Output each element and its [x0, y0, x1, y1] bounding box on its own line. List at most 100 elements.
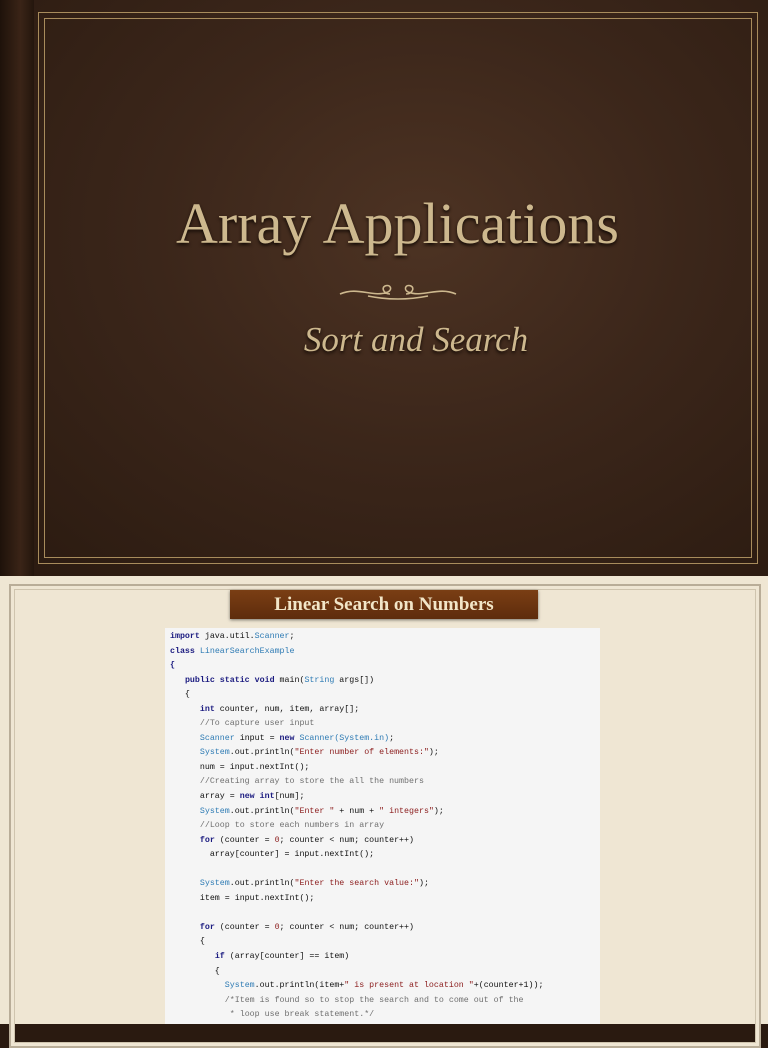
- code-token: " is present at location ": [344, 981, 474, 991]
- code-token: .out.println(: [229, 748, 295, 758]
- code-token: ; counter < num; counter++): [279, 922, 414, 932]
- code-token: java.util.: [199, 632, 255, 641]
- code-token: new int: [239, 792, 275, 802]
- code-token: (array[counter] == item): [224, 952, 350, 962]
- code-line: for (counter = 0; counter < num; counter…: [170, 834, 543, 849]
- code-token: [num];: [274, 792, 305, 802]
- code-line: class LinearSearchExample: [170, 645, 543, 660]
- title-slide: Array Applications Sort and Search: [0, 0, 768, 576]
- code-token: new: [279, 733, 295, 743]
- code-token: //Creating array to store the all the nu…: [199, 777, 424, 787]
- code-token: ;: [389, 733, 395, 743]
- code-token: array[counter] = input.nextInt();: [170, 850, 375, 860]
- code-token: //To capture user input: [199, 719, 315, 729]
- code-token: for: [199, 922, 215, 932]
- code-token: counter, num, item, array[];: [214, 704, 360, 714]
- code-listing: import java.util.Scanner; class LinearSea…: [170, 630, 543, 1023]
- code-token: /*Item is found so to stop the search an…: [224, 995, 524, 1005]
- code-line: array = new int[num];: [170, 790, 543, 805]
- code-token: +(counter+1));: [473, 981, 544, 991]
- code-token: Scanner(System.in): [294, 733, 390, 743]
- code-token: public static void: [184, 675, 275, 685]
- code-token: class: [170, 646, 195, 656]
- code-line: System.out.println("Enter " + num + " in…: [170, 805, 543, 820]
- code-token: );: [418, 879, 429, 889]
- code-line: //Creating array to store the all the nu…: [170, 775, 543, 790]
- code-token: "Enter the search value:": [294, 879, 419, 889]
- code-token: ;: [289, 632, 295, 641]
- code-token: + num +: [334, 806, 380, 816]
- code-line: System.out.println("Enter number of elem…: [170, 746, 543, 761]
- code-token: " integers": [379, 806, 434, 816]
- code-line: {: [170, 688, 543, 703]
- code-token: num = input.nextInt();: [170, 762, 310, 772]
- code-token: input =: [234, 733, 280, 743]
- code-line: {: [170, 935, 543, 950]
- code-token: "Enter number of elements:": [294, 748, 429, 758]
- code-token: );: [428, 748, 439, 758]
- book-spine: [0, 0, 34, 576]
- code-token: {: [170, 937, 205, 947]
- code-line: int counter, num, item, array[];: [170, 703, 543, 718]
- code-token: (counter =: [214, 835, 275, 845]
- code-token: "Enter ": [294, 806, 335, 816]
- code-token: import: [170, 632, 200, 641]
- slide-subtitle: Sort and Search: [303, 320, 529, 359]
- code-token: System: [199, 879, 230, 889]
- code-line: {: [170, 965, 543, 980]
- code-token: (counter =: [214, 922, 275, 932]
- code-line: array[counter] = input.nextInt();: [170, 848, 543, 863]
- code-slide-heading: Linear Search on Numbers: [230, 590, 538, 619]
- code-line: public static void main(String args[]): [170, 674, 543, 689]
- code-token: for: [199, 835, 215, 845]
- flourish-ornament-icon: [339, 284, 457, 300]
- code-token: .out.println(: [229, 806, 295, 816]
- code-token: if: [214, 952, 225, 962]
- code-token: {: [170, 690, 190, 700]
- code-token: int: [199, 704, 215, 714]
- code-line: import java.util.Scanner;: [170, 630, 543, 645]
- code-line: item = input.nextInt();: [170, 892, 543, 907]
- code-line: //To capture user input: [170, 717, 543, 732]
- code-token: //Loop to store each numbers in array: [199, 821, 385, 831]
- code-token: String: [304, 675, 335, 685]
- code-token: Scanner: [199, 733, 235, 743]
- code-token: array =: [170, 792, 240, 802]
- slide-title: Array Applications: [176, 191, 619, 256]
- code-line: Scanner input = new Scanner(System.in);: [170, 732, 543, 747]
- code-line: /*Item is found so to stop the search an…: [170, 994, 543, 1009]
- code-token: {: [170, 661, 175, 671]
- code-token: .out.println(item+: [254, 981, 345, 991]
- code-line: num = input.nextInt();: [170, 761, 543, 776]
- code-line: System.out.println(item+" is present at …: [170, 979, 544, 994]
- code-token: args[]): [334, 675, 375, 685]
- code-line: //Loop to store each numbers in array: [170, 819, 543, 834]
- code-token: Scanner: [254, 632, 290, 641]
- code-token: main(: [274, 675, 305, 685]
- code-line: {: [170, 659, 543, 674]
- code-token: {: [170, 966, 220, 976]
- code-line: if (array[counter] == item): [170, 950, 543, 965]
- code-token: ; counter < num; counter++): [279, 835, 414, 845]
- code-token: .out.println(: [229, 879, 295, 889]
- code-token: * loop use break statement.*/: [224, 1010, 375, 1020]
- code-block: import java.util.Scanner; class LinearSea…: [165, 628, 600, 1024]
- code-token: item = input.nextInt();: [170, 893, 315, 903]
- code-line: * loop use break statement.*/: [170, 1008, 543, 1023]
- code-line: for (counter = 0; counter < num; counter…: [170, 921, 543, 936]
